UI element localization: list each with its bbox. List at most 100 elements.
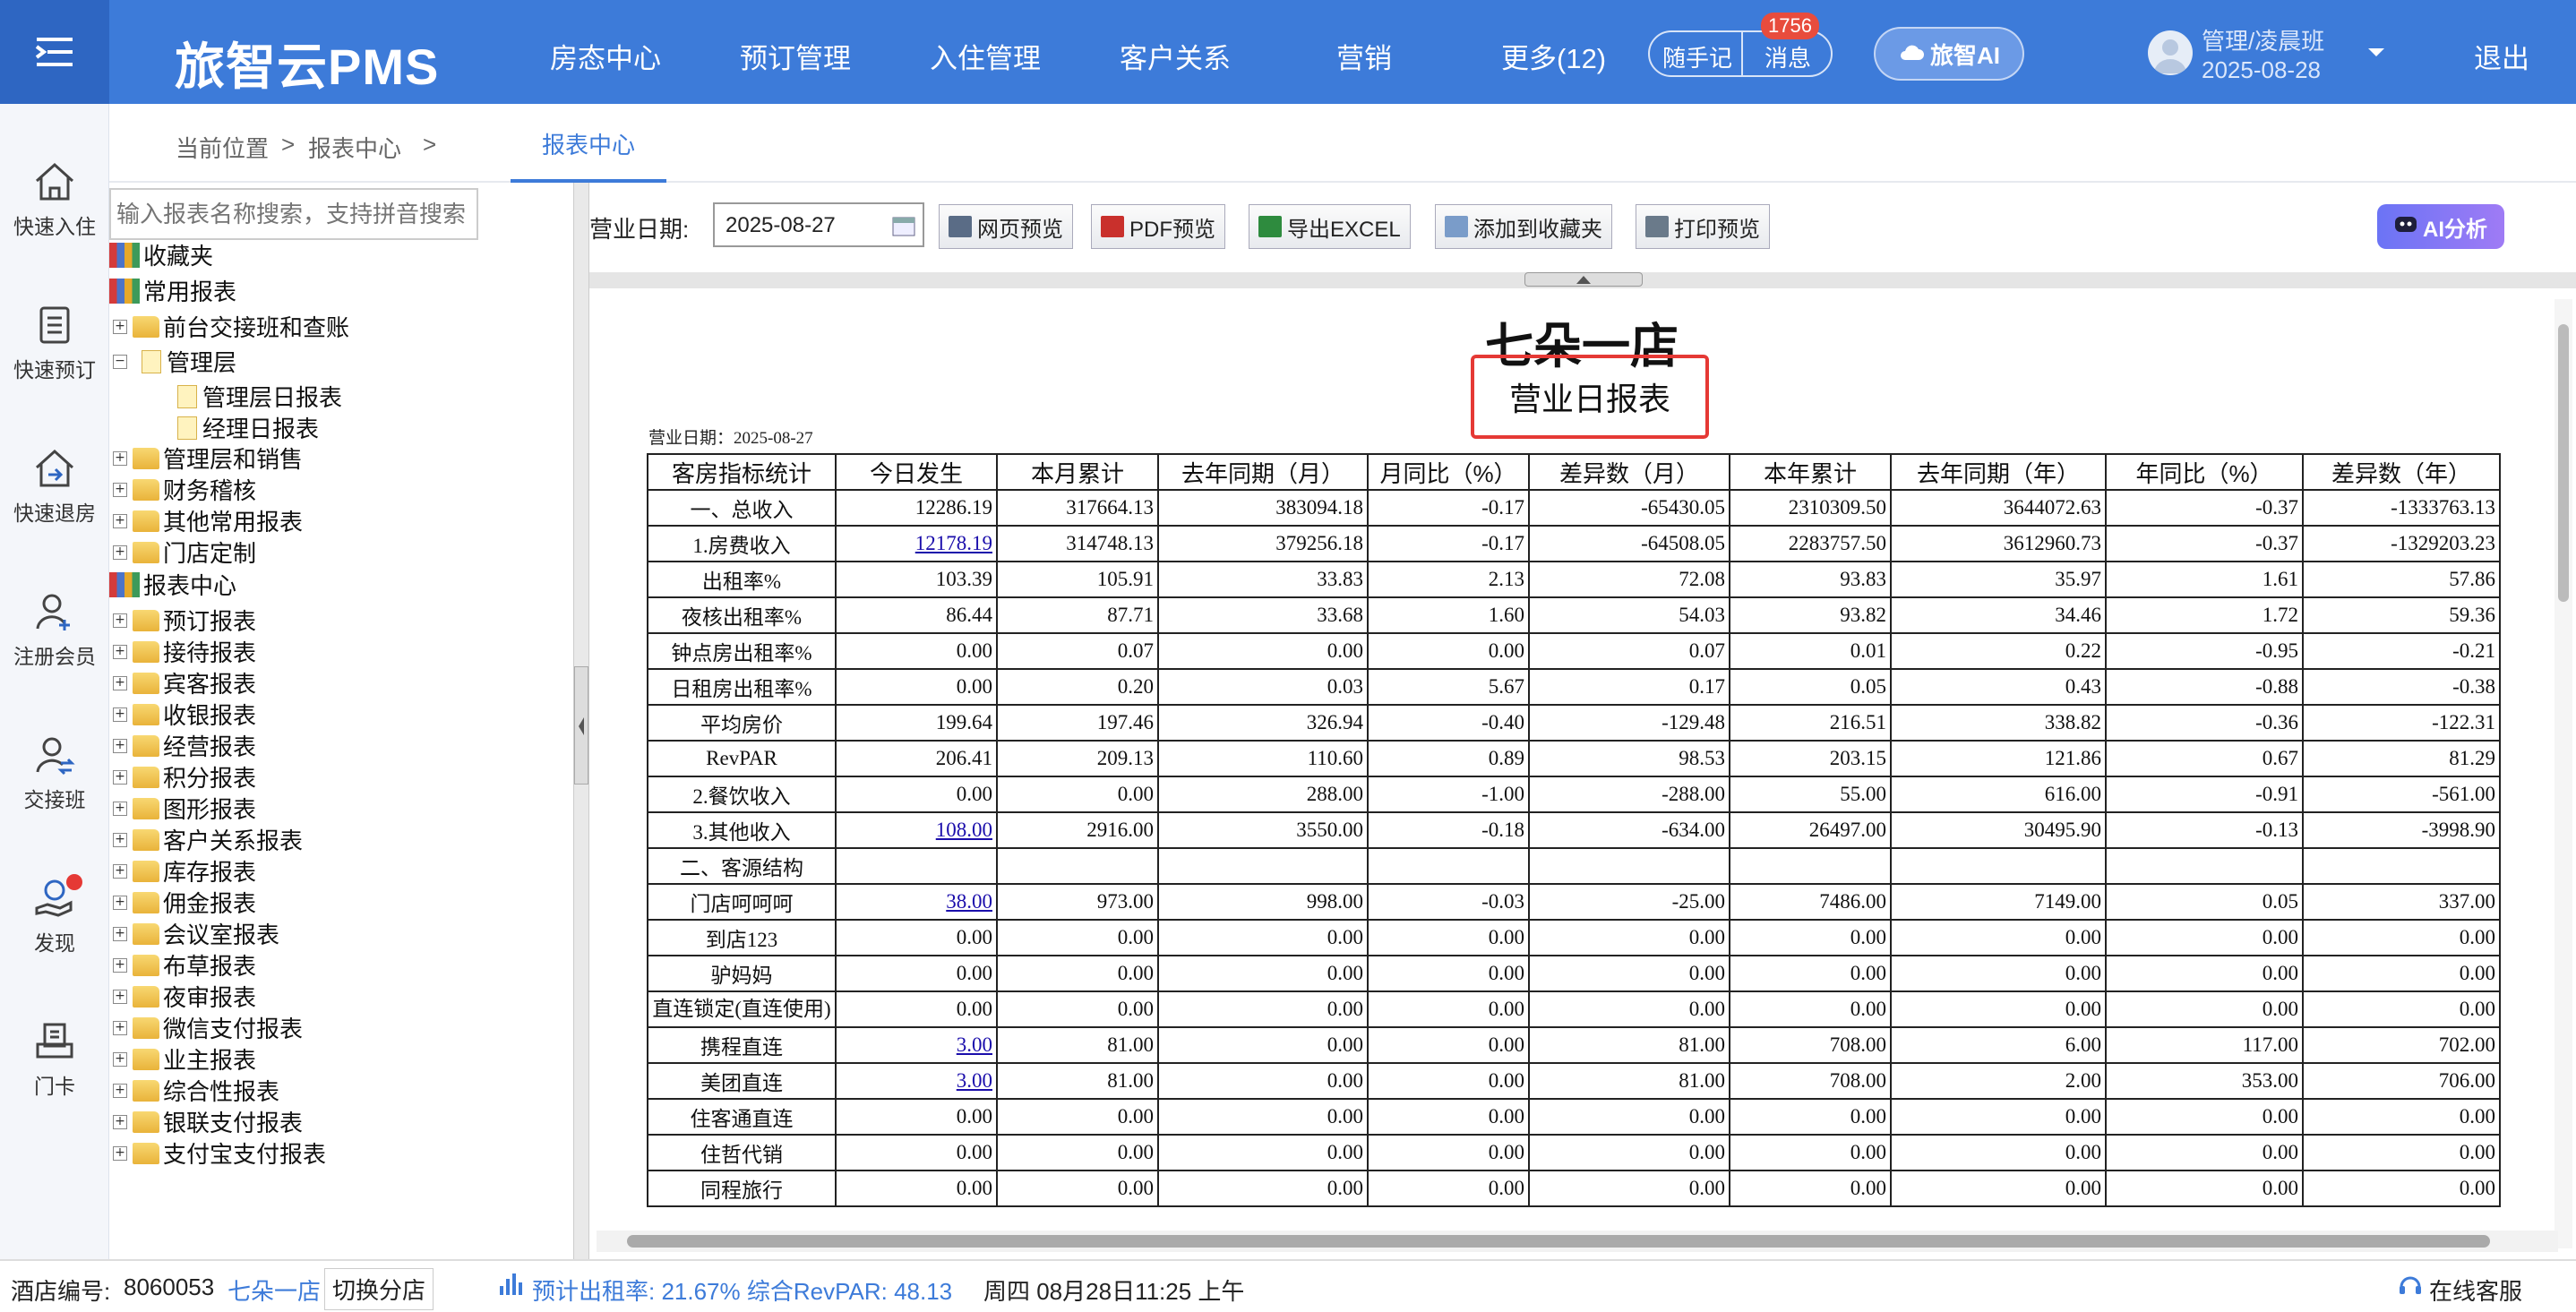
- menu-toggle-icon[interactable]: [0, 0, 109, 104]
- scroll-thumb[interactable]: [2558, 324, 2569, 602]
- expand-icon[interactable]: +: [113, 545, 127, 560]
- logout-button[interactable]: 退出: [2474, 36, 2529, 76]
- tree-node-management[interactable]: − 管理层: [113, 345, 236, 378]
- scroll-thumb[interactable]: [627, 1235, 2490, 1248]
- tree-node-linen[interactable]: + 布草报表: [113, 948, 256, 982]
- expand-icon[interactable]: +: [113, 644, 127, 659]
- drilldown-link[interactable]: 3.00: [957, 1033, 992, 1056]
- expand-icon[interactable]: +: [113, 989, 127, 1004]
- chevron-down-icon[interactable]: [2366, 47, 2386, 64]
- tree-node-reception[interactable]: + 接待报表: [113, 635, 256, 668]
- online-service-link[interactable]: 在线客服: [2429, 1273, 2522, 1307]
- web-preview-button[interactable]: 网页预览: [939, 204, 1073, 249]
- expand-icon[interactable]: +: [113, 1051, 127, 1067]
- breadcrumb-item[interactable]: 报表中心: [308, 131, 401, 164]
- tree-node-commission[interactable]: + 佣金报表: [113, 886, 256, 919]
- collapse-handle[interactable]: [1524, 272, 1643, 287]
- expand-icon[interactable]: +: [113, 863, 127, 879]
- sidebar-item-room-card[interactable]: 门卡: [0, 1021, 109, 1100]
- tree-node-comprehensive[interactable]: + 综合性报表: [113, 1074, 279, 1107]
- collapse-icon[interactable]: −: [113, 354, 127, 369]
- expand-icon[interactable]: +: [113, 1020, 127, 1035]
- expand-icon[interactable]: +: [113, 482, 127, 497]
- sidebar-item-register-member[interactable]: 注册会员: [0, 591, 109, 670]
- user-info[interactable]: 管理/凌晨班 2025-08-28: [2202, 27, 2324, 84]
- tree-node-custom[interactable]: + 门店定制: [113, 536, 256, 569]
- splitter-handle[interactable]: [574, 666, 588, 785]
- tree-node-audit[interactable]: + 财务稽核: [113, 473, 256, 506]
- tree-node-frontdesk[interactable]: + 前台交接班和查账: [113, 310, 349, 343]
- business-date-input[interactable]: 2025-08-27: [713, 202, 924, 247]
- expand-icon[interactable]: +: [113, 1114, 127, 1129]
- tree-node-alipay[interactable]: + 支付宝支付报表: [113, 1136, 326, 1170]
- vertical-scrollbar[interactable]: [2555, 299, 2572, 1248]
- nav-checkin[interactable]: 入住管理: [930, 36, 1041, 76]
- drilldown-link[interactable]: 108.00: [936, 819, 992, 841]
- drilldown-link[interactable]: 12178.19: [915, 532, 992, 554]
- print-preview-button[interactable]: 打印预览: [1636, 204, 1770, 249]
- expand-icon[interactable]: +: [113, 801, 127, 816]
- headset-icon[interactable]: [2397, 1272, 2424, 1305]
- export-excel-button[interactable]: 导出EXCEL: [1249, 204, 1411, 249]
- avatar[interactable]: [2148, 30, 2193, 75]
- expand-icon[interactable]: +: [113, 450, 127, 466]
- tree-node-points[interactable]: + 积分报表: [113, 760, 256, 793]
- tree-node-booking[interactable]: + 预订报表: [113, 604, 256, 637]
- expand-icon[interactable]: +: [113, 513, 127, 528]
- expand-icon[interactable]: +: [113, 895, 127, 910]
- tree-node-guest[interactable]: + 宾客报表: [113, 666, 256, 699]
- sidebar-item-quick-checkin[interactable]: 快速入住: [0, 161, 109, 240]
- tree-node-common[interactable]: 常用报表: [109, 274, 236, 307]
- tree-node-night-audit[interactable]: + 夜审报表: [113, 980, 256, 1013]
- expand-icon[interactable]: +: [113, 738, 127, 753]
- nav-reservations[interactable]: 预订管理: [740, 36, 851, 76]
- expand-icon[interactable]: +: [113, 707, 127, 722]
- collapse-bar[interactable]: [589, 272, 2576, 288]
- tree-node-favorites[interactable]: 收藏夹: [109, 238, 213, 271]
- hotel-name-link[interactable]: 七朵一店: [228, 1273, 321, 1307]
- expand-icon[interactable]: +: [113, 769, 127, 785]
- notes-button[interactable]: 随手记: [1662, 40, 1732, 73]
- nav-crm[interactable]: 客户关系: [1120, 36, 1231, 76]
- sidebar-item-shift-handover[interactable]: 交接班: [0, 734, 109, 813]
- expand-icon[interactable]: +: [113, 957, 127, 973]
- sidebar-item-quick-checkout[interactable]: 快速退房: [0, 448, 109, 527]
- expand-icon[interactable]: +: [113, 1083, 127, 1098]
- tab-report-center[interactable]: 报表中心: [511, 104, 666, 183]
- add-favorite-button[interactable]: 添加到收藏夹: [1435, 204, 1612, 249]
- tree-node-cashier[interactable]: + 收银报表: [113, 698, 256, 731]
- tree-node-crm[interactable]: + 客户关系报表: [113, 823, 303, 856]
- drilldown-link[interactable]: 3.00: [957, 1069, 992, 1092]
- sidebar-item-quick-booking[interactable]: 快速预订: [0, 304, 109, 383]
- pdf-preview-button[interactable]: PDF预览: [1091, 204, 1225, 249]
- expand-icon[interactable]: +: [113, 832, 127, 847]
- tree-node-meeting[interactable]: + 会议室报表: [113, 917, 279, 950]
- calendar-icon[interactable]: [892, 215, 915, 243]
- switch-branch-button[interactable]: 切换分店: [324, 1268, 434, 1310]
- ai-assistant-button[interactable]: 旅智AI: [1874, 27, 2024, 81]
- panel-splitter[interactable]: [573, 183, 589, 1259]
- expand-icon[interactable]: +: [113, 319, 127, 334]
- nav-more[interactable]: 更多(12): [1501, 36, 1606, 76]
- expand-icon[interactable]: +: [113, 613, 127, 628]
- expand-icon[interactable]: +: [113, 926, 127, 941]
- tree-node-inventory[interactable]: + 库存报表: [113, 854, 256, 888]
- horizontal-scrollbar[interactable]: [597, 1231, 2558, 1252]
- nav-room-status[interactable]: 房态中心: [550, 36, 661, 76]
- tree-node-unionpay[interactable]: + 银联支付报表: [113, 1105, 303, 1138]
- expand-icon[interactable]: +: [113, 675, 127, 690]
- tree-node-mgmt-daily[interactable]: 管理层日报表: [177, 380, 342, 413]
- tree-node-report-center[interactable]: 报表中心: [109, 568, 236, 601]
- tree-node-operations[interactable]: + 经营报表: [113, 729, 256, 762]
- drilldown-link[interactable]: 38.00: [946, 890, 992, 913]
- tree-node-mgmt-sales[interactable]: + 管理层和销售: [113, 442, 303, 475]
- report-search-input[interactable]: [109, 188, 478, 240]
- tree-node-graphic[interactable]: + 图形报表: [113, 792, 256, 825]
- tree-node-manager-daily[interactable]: 经理日报表: [177, 411, 319, 444]
- sidebar-item-discover[interactable]: 发现: [0, 874, 109, 956]
- tree-node-other-common[interactable]: + 其他常用报表: [113, 504, 303, 537]
- ai-analyze-button[interactable]: AI分析: [2377, 204, 2504, 249]
- expand-icon[interactable]: +: [113, 1145, 127, 1161]
- tree-node-owner[interactable]: + 业主报表: [113, 1042, 256, 1076]
- tree-node-wechat-pay[interactable]: + 微信支付报表: [113, 1011, 303, 1044]
